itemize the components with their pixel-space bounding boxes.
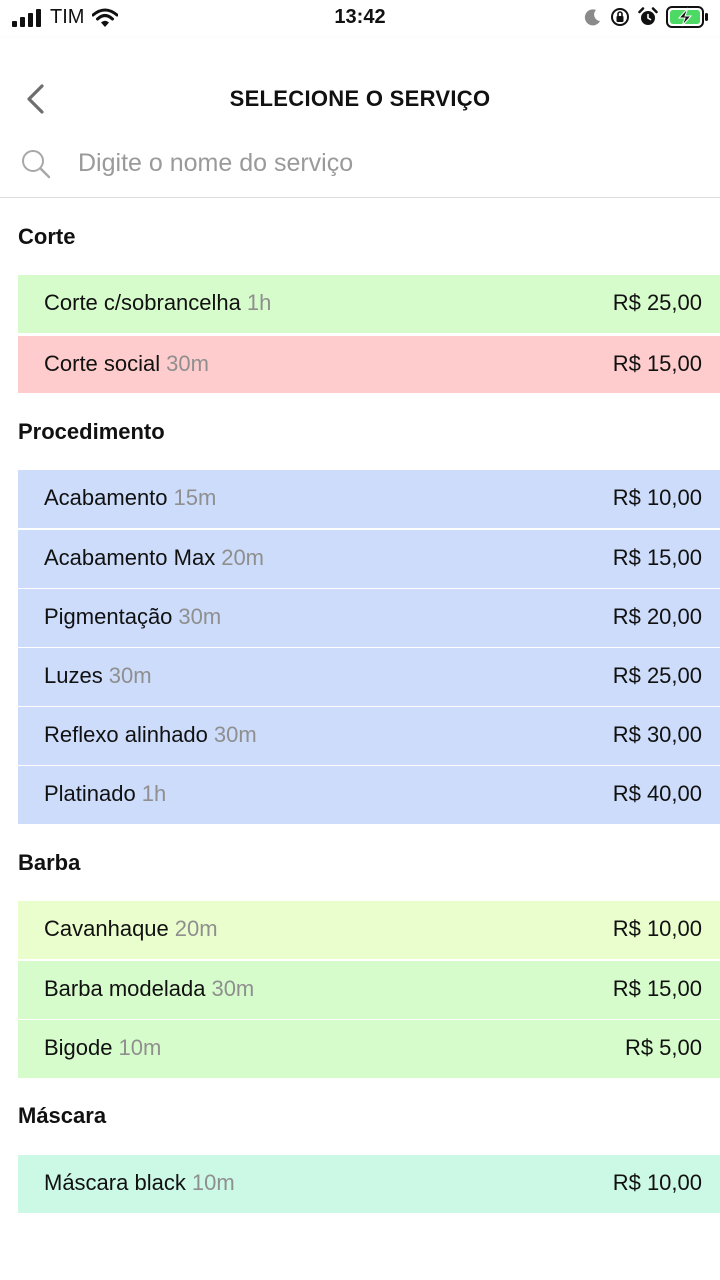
- service-duration: 30m: [108, 663, 152, 688]
- service-duration: 1h: [246, 290, 272, 315]
- service-name: Platinado 1h: [44, 781, 167, 806]
- rotation-lock-icon: [611, 8, 629, 26]
- service-price: R$ 30,00: [612, 722, 702, 747]
- service-row[interactable]: Máscara black 10m R$ 10,00: [18, 1155, 720, 1213]
- service-row[interactable]: Pigmentação 30m R$ 20,00: [18, 589, 720, 647]
- service-name: Barba modelada 30m: [44, 976, 255, 1001]
- service-name: Máscara black 10m: [44, 1170, 235, 1195]
- alarm-icon: [638, 7, 658, 25]
- search-bar: [0, 128, 720, 198]
- service-duration: 30m: [213, 722, 257, 747]
- service-name: Corte c/sobrancelha 1h: [44, 290, 272, 315]
- service-row[interactable]: Platinado 1h R$ 40,00: [18, 766, 720, 824]
- service-row[interactable]: Corte c/sobrancelha 1h R$ 25,00: [18, 275, 720, 333]
- service-price: R$ 20,00: [612, 604, 702, 629]
- service-duration: 10m: [191, 1170, 235, 1195]
- service-row[interactable]: Cavanhaque 20m R$ 10,00: [18, 901, 720, 959]
- service-duration: 15m: [173, 485, 217, 510]
- service-name: Reflexo alinhado 30m: [44, 722, 257, 747]
- service-name: Luzes 30m: [44, 663, 152, 688]
- service-name: Acabamento Max 20m: [44, 545, 264, 570]
- service-price: R$ 25,00: [612, 290, 702, 315]
- service-row[interactable]: Acabamento Max 20m R$ 15,00: [18, 530, 720, 588]
- service-price: R$ 10,00: [612, 485, 702, 510]
- service-duration: 20m: [174, 916, 218, 941]
- service-duration: 1h: [141, 781, 167, 806]
- battery-charging-icon: [666, 6, 708, 28]
- page-title: SELECIONE O SERVIÇO: [229, 86, 491, 111]
- service-name: Pigmentação 30m: [44, 604, 222, 629]
- service-price: R$ 40,00: [612, 781, 702, 806]
- service-row[interactable]: Acabamento 15m R$ 10,00: [18, 470, 720, 528]
- category-heading-barba: Barba: [18, 850, 81, 875]
- moon-icon: [584, 9, 600, 26]
- service-price: R$ 25,00: [612, 663, 702, 688]
- service-duration: 20m: [221, 545, 264, 570]
- status-bar: TIM 13:42: [0, 0, 720, 38]
- nav-header: SELECIONE O SERVIÇO: [0, 38, 720, 128]
- service-row[interactable]: Reflexo alinhado 30m R$ 30,00: [18, 707, 720, 765]
- search-input[interactable]: [78, 144, 678, 182]
- service-duration: 10m: [118, 1035, 162, 1060]
- service-name: Acabamento 15m: [44, 485, 217, 510]
- service-row[interactable]: Barba modelada 30m R$ 15,00: [18, 961, 720, 1019]
- service-name: Corte social 30m: [44, 351, 209, 376]
- service-price: R$ 5,00: [624, 1035, 702, 1060]
- status-right: [584, 6, 710, 28]
- service-row[interactable]: Luzes 30m R$ 25,00: [18, 648, 720, 706]
- service-row[interactable]: Corte social 30m R$ 15,00: [18, 336, 720, 393]
- search-icon: [22, 150, 51, 179]
- service-price: R$ 15,00: [612, 976, 702, 1001]
- service-price: R$ 10,00: [612, 916, 702, 941]
- category-heading-mascara: Máscara: [18, 1103, 107, 1128]
- service-duration: 30m: [178, 604, 222, 629]
- category-heading-procedimento: Procedimento: [18, 419, 165, 444]
- service-duration: 30m: [211, 976, 255, 1001]
- service-row[interactable]: Bigode 10m R$ 5,00: [18, 1020, 720, 1078]
- service-name: Cavanhaque 20m: [44, 916, 218, 941]
- category-heading-corte: Corte: [18, 224, 76, 249]
- service-price: R$ 10,00: [612, 1170, 702, 1195]
- service-name: Bigode 10m: [44, 1035, 162, 1060]
- service-duration: 30m: [166, 351, 209, 376]
- service-price: R$ 15,00: [612, 351, 702, 376]
- service-price: R$ 15,00: [612, 545, 702, 570]
